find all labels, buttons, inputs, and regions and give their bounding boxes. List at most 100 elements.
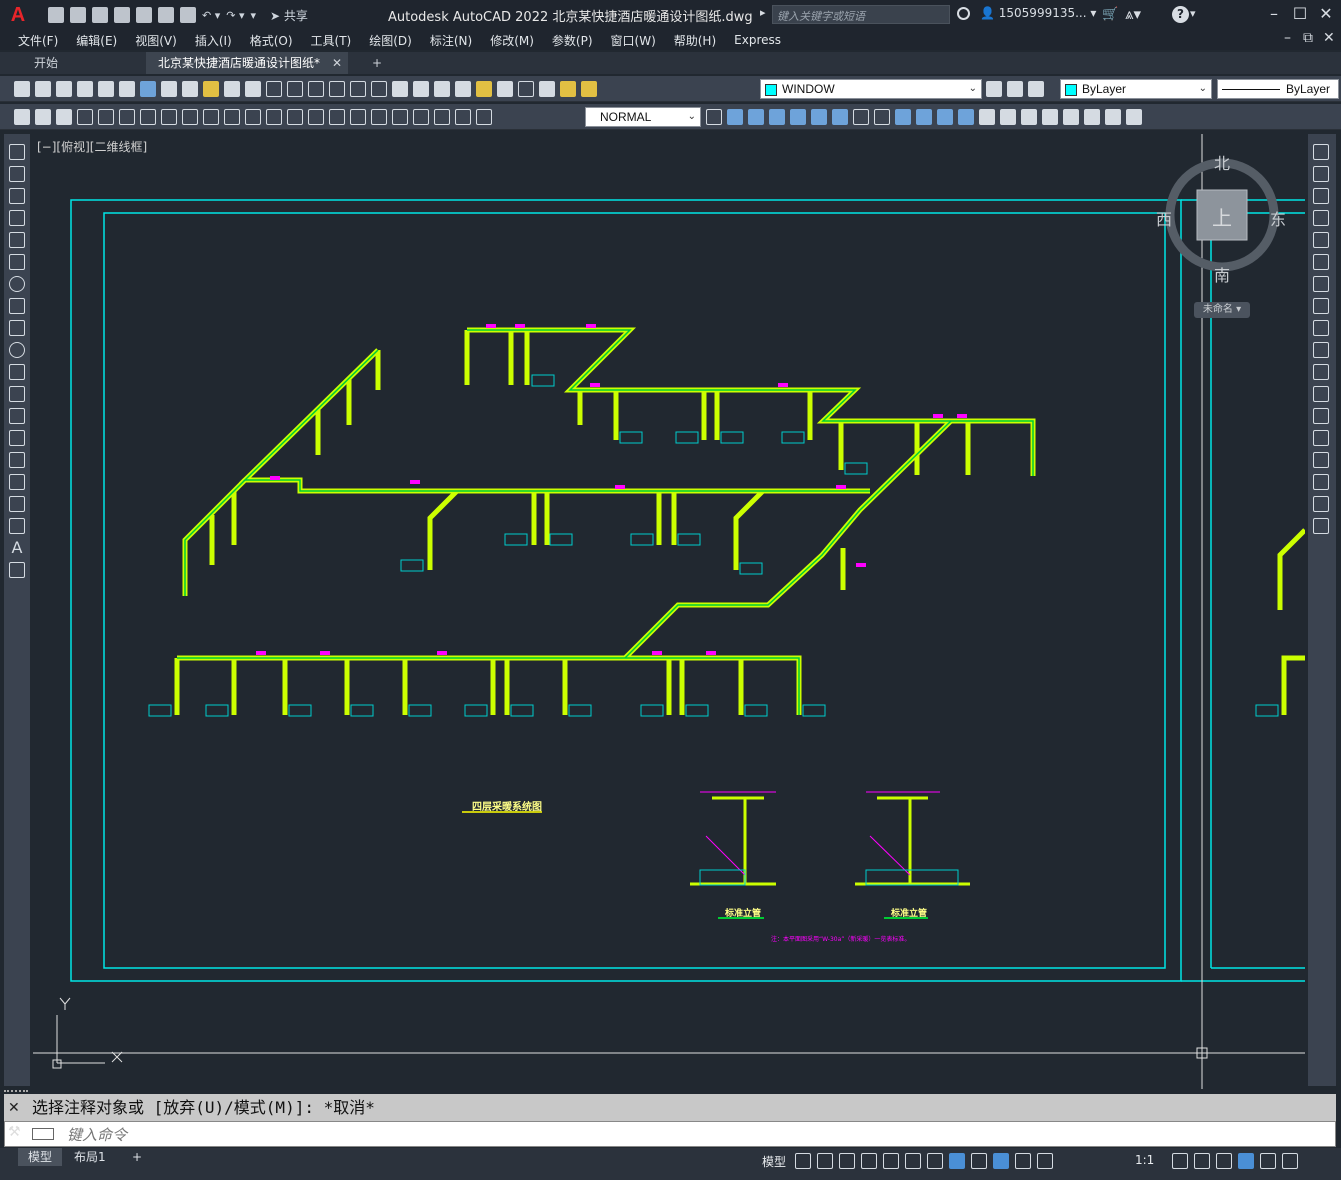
model-space-button[interactable]: 模型 bbox=[762, 1153, 786, 1170]
save-icon[interactable] bbox=[56, 81, 72, 97]
viewport-controls[interactable]: [−][俯视][二维线框] bbox=[37, 138, 147, 155]
sheet-set-icon[interactable] bbox=[455, 81, 471, 97]
send-back-icon[interactable] bbox=[748, 109, 764, 125]
search-input[interactable]: 键入关键字或短语 bbox=[772, 5, 950, 24]
isolate-icon[interactable] bbox=[853, 109, 869, 125]
pan-icon[interactable] bbox=[308, 81, 324, 97]
make-block-icon[interactable] bbox=[9, 408, 25, 424]
open-icon[interactable] bbox=[35, 81, 51, 97]
tolerance-icon[interactable] bbox=[350, 109, 366, 125]
isometric-icon[interactable] bbox=[905, 1153, 921, 1169]
ortho-icon[interactable] bbox=[861, 1153, 877, 1169]
break-icon[interactable] bbox=[1313, 408, 1329, 424]
cut-icon[interactable] bbox=[161, 81, 177, 97]
jogged-dim-icon[interactable] bbox=[182, 109, 198, 125]
wipeout-icon[interactable] bbox=[979, 109, 995, 125]
compass-south[interactable]: 南 bbox=[1214, 262, 1230, 286]
customize-wrench-icon[interactable]: ⚒ bbox=[8, 1124, 21, 1140]
zoom-window-icon[interactable] bbox=[350, 81, 366, 97]
plot-preview-icon[interactable] bbox=[158, 7, 174, 23]
menu-parametric[interactable]: 参数(P) bbox=[552, 32, 593, 49]
layer-properties-icon[interactable] bbox=[539, 81, 555, 97]
new-tab-button[interactable]: + bbox=[360, 52, 394, 74]
view-cube[interactable]: 北 南 东 西 上 bbox=[1156, 150, 1286, 285]
dim-break-icon[interactable] bbox=[329, 109, 345, 125]
close-icon[interactable]: ✕ bbox=[1313, 4, 1339, 23]
help-icon[interactable]: ? bbox=[1172, 6, 1189, 23]
design-center-icon[interactable] bbox=[413, 81, 429, 97]
tab-close-icon[interactable]: ✕ bbox=[332, 52, 342, 74]
hatch-back-icon[interactable] bbox=[832, 109, 848, 125]
help-dropdown-icon[interactable]: ▾ bbox=[1190, 7, 1196, 20]
match-properties-icon[interactable] bbox=[224, 81, 240, 97]
mirror-icon[interactable] bbox=[1313, 188, 1329, 204]
tab-drawing[interactable]: 北京某快捷酒店暖通设计图纸* ✕ bbox=[146, 52, 348, 74]
point-icon[interactable] bbox=[9, 430, 25, 446]
linetype-dropdown[interactable]: ByLayer bbox=[1217, 79, 1339, 99]
cart-icon[interactable]: 🛒 bbox=[1102, 7, 1118, 22]
tab-start[interactable]: 开始 bbox=[22, 52, 70, 74]
annotation-visibility-icon[interactable] bbox=[993, 1153, 1009, 1169]
zoom-realtime-icon[interactable] bbox=[329, 81, 345, 97]
publish-icon[interactable] bbox=[136, 7, 152, 23]
copy-icon[interactable] bbox=[182, 81, 198, 97]
send-under-icon[interactable] bbox=[790, 109, 806, 125]
drawing-canvas[interactable]: 四层采暖系统图 标准立管 标准立管 注：本平面图采用“W-30a”（新采暖）一览… bbox=[33, 134, 1305, 1089]
point-icon[interactable] bbox=[1063, 109, 1079, 125]
lineweight-icon[interactable] bbox=[971, 1153, 987, 1169]
copy-object-icon[interactable] bbox=[1313, 166, 1329, 182]
diameter-dim-icon[interactable] bbox=[203, 109, 219, 125]
revision-cloud-icon[interactable] bbox=[9, 298, 25, 314]
menu-tools[interactable]: 工具(T) bbox=[311, 32, 352, 49]
mtext-icon[interactable]: A bbox=[9, 540, 25, 556]
trim-icon[interactable] bbox=[1313, 342, 1329, 358]
search-icon[interactable] bbox=[957, 7, 970, 20]
stretch-icon[interactable] bbox=[1313, 320, 1329, 336]
block-icon[interactable] bbox=[56, 109, 72, 125]
doc-minimize-icon[interactable]: – bbox=[1284, 30, 1291, 46]
explode-icon[interactable] bbox=[1313, 518, 1329, 534]
cube-face-top[interactable]: 上 bbox=[1212, 202, 1232, 231]
gradient-icon[interactable] bbox=[9, 474, 25, 490]
menu-modify[interactable]: 修改(M) bbox=[490, 32, 534, 49]
unisolate-icon[interactable] bbox=[874, 109, 890, 125]
make-current-icon[interactable] bbox=[986, 81, 1002, 97]
preview-icon[interactable] bbox=[98, 81, 114, 97]
menu-dimension[interactable]: 标注(N) bbox=[430, 32, 472, 49]
quick-dim-icon[interactable] bbox=[245, 109, 261, 125]
menu-edit[interactable]: 编辑(E) bbox=[76, 32, 117, 49]
new-icon[interactable] bbox=[14, 81, 30, 97]
grid-icon[interactable] bbox=[795, 1153, 811, 1169]
print-icon[interactable] bbox=[77, 81, 93, 97]
ungroup-icon[interactable] bbox=[916, 109, 932, 125]
gradient-icon[interactable] bbox=[1084, 109, 1100, 125]
dim-edit-icon[interactable] bbox=[434, 109, 450, 125]
scale-icon[interactable] bbox=[1313, 298, 1329, 314]
jogged-linear-icon[interactable] bbox=[413, 109, 429, 125]
block-editor-icon[interactable] bbox=[245, 81, 261, 97]
snap-icon[interactable] bbox=[817, 1153, 833, 1169]
text-front-icon[interactable] bbox=[811, 109, 827, 125]
ellipse-arc-icon[interactable] bbox=[9, 364, 25, 380]
open-file-icon[interactable] bbox=[70, 7, 86, 23]
layer-on-icon[interactable] bbox=[560, 81, 576, 97]
join-icon[interactable] bbox=[1313, 430, 1329, 446]
recent-commands-icon[interactable] bbox=[32, 1128, 54, 1140]
compass-west[interactable]: 西 bbox=[1156, 206, 1172, 230]
blend-curves-icon[interactable] bbox=[1313, 496, 1329, 512]
edit-icon[interactable] bbox=[14, 109, 30, 125]
spline-icon[interactable] bbox=[9, 320, 25, 336]
insert-block-icon[interactable] bbox=[9, 386, 25, 402]
ordinate-dim-icon[interactable] bbox=[140, 109, 156, 125]
polar-tracking-icon[interactable] bbox=[883, 1153, 899, 1169]
command-close-icon[interactable]: ✕ bbox=[8, 1100, 20, 1116]
menu-help[interactable]: 帮助(H) bbox=[674, 32, 716, 49]
help-icon[interactable] bbox=[518, 81, 534, 97]
rectangle-icon[interactable] bbox=[9, 232, 25, 248]
layer-previous-icon[interactable] bbox=[1007, 81, 1023, 97]
compass-east[interactable]: 东 bbox=[1270, 206, 1286, 230]
layer-freeze-icon[interactable] bbox=[581, 81, 597, 97]
command-input[interactable]: 键入命令 bbox=[4, 1121, 1336, 1147]
customize-menu-icon[interactable] bbox=[1282, 1153, 1298, 1169]
autocad-logo-icon[interactable]: A bbox=[0, 0, 36, 30]
